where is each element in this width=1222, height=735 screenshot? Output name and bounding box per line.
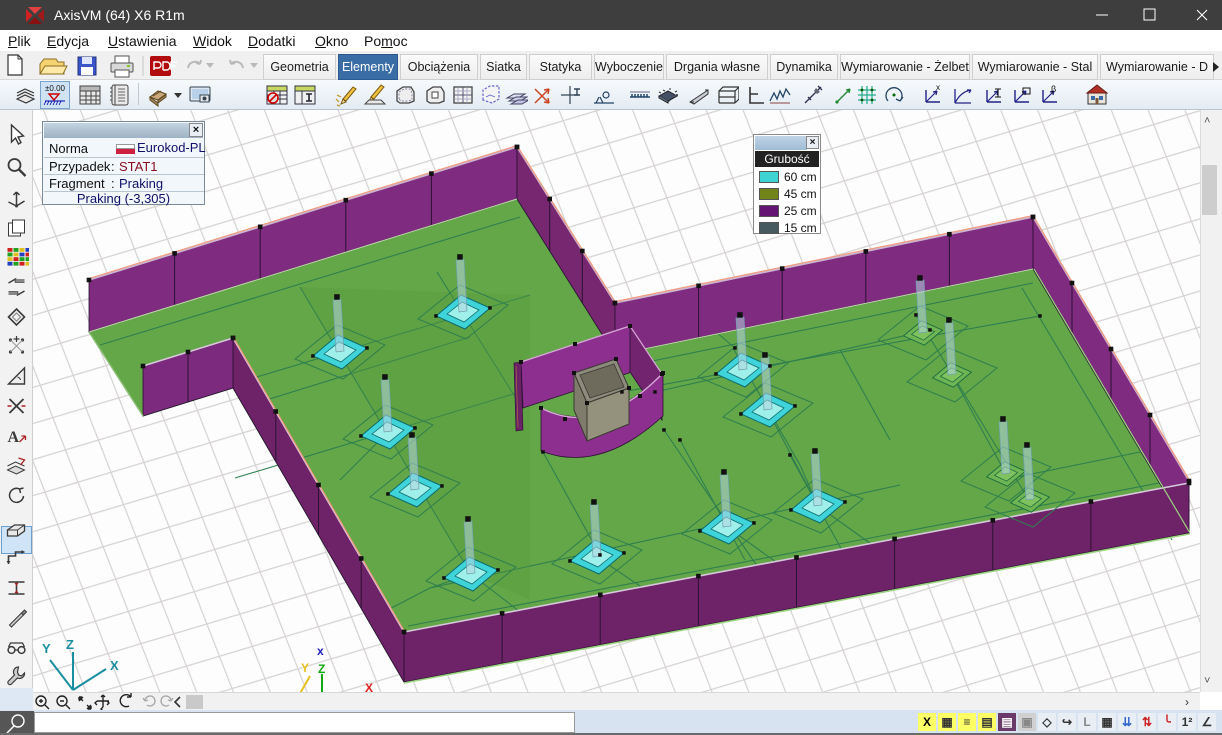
svg-text:±0.00: ±0.00 — [45, 84, 66, 93]
svg-text:β: β — [1051, 84, 1056, 94]
svg-text:Y: Y — [301, 661, 309, 675]
svg-text:X: X — [365, 681, 373, 692]
svg-text:X: X — [110, 658, 119, 673]
svg-text:Z: Z — [66, 637, 74, 652]
svg-text:Z: Z — [318, 662, 325, 676]
svg-text:Y: Y — [42, 641, 51, 656]
svg-text:x: x — [936, 83, 940, 92]
svg-text:x: x — [317, 644, 324, 658]
svg-text:A: A — [8, 429, 20, 446]
